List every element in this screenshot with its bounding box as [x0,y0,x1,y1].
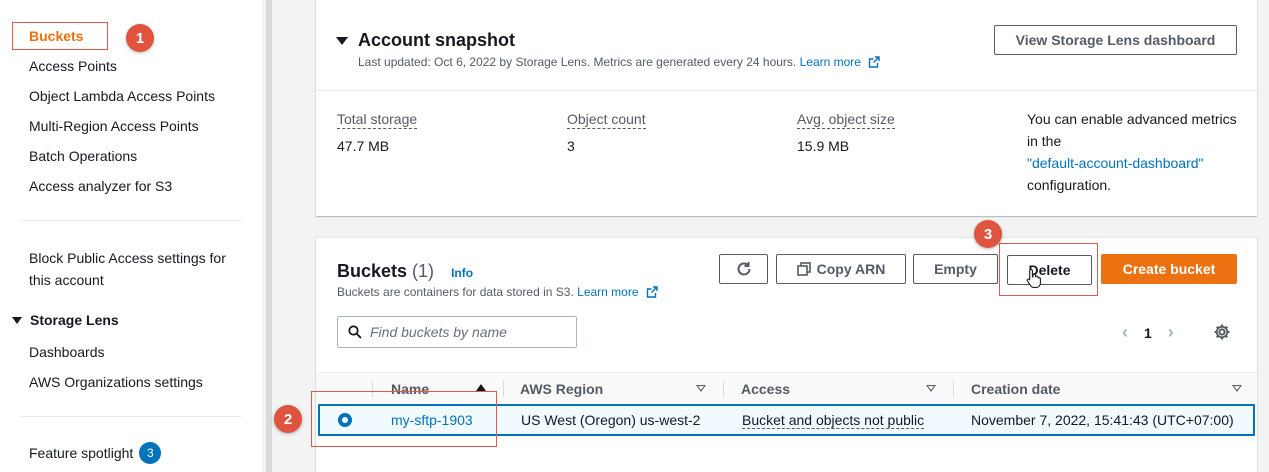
annotation-highlight-delete [999,243,1098,296]
account-snapshot-subtitle: Last updated: Oct 6, 2022 by Storage Len… [358,55,881,69]
hand-cursor-icon [1026,268,1041,288]
chevron-left-icon[interactable]: ‹ [1122,322,1128,343]
sort-icon[interactable] [696,385,706,392]
notification-badge: 3 [139,442,162,464]
sidebar-item-block-public-access[interactable]: Block Public Access settings for this ac… [29,247,226,291]
page-number[interactable]: 1 [1144,325,1152,341]
feature-spotlight-label: Feature spotlight [29,445,134,461]
default-account-dashboard-link[interactable]: "default-account-dashboard" [1027,152,1237,174]
sidebar-section-storage-lens[interactable]: Storage Lens [12,312,119,328]
sidebar-item-dashboards[interactable]: Dashboards [29,342,105,362]
caret-down-icon [12,316,22,324]
advanced-metrics-text-end: configuration. [1027,177,1112,193]
column-separator [503,381,504,397]
search-field[interactable] [337,316,577,348]
view-storage-lens-dashboard-button[interactable]: View Storage Lens dashboard [994,25,1237,55]
sidebar-item-access-points[interactable]: Access Points [29,56,117,76]
sort-icon[interactable] [926,385,936,392]
snapshot-divider [316,90,1257,91]
advanced-metrics-text: You can enable advanced metrics in the [1027,111,1237,149]
copy-arn-label: Copy ARN [816,261,886,277]
gear-icon[interactable] [1213,323,1231,341]
snapshot-subtitle-text: Last updated: Oct 6, 2022 by Storage Len… [358,55,797,69]
annotation-step-3: 3 [974,220,1002,248]
bucket-access[interactable]: Bucket and objects not public [742,412,925,429]
column-separator [723,381,724,397]
avg-object-size-value: 15.9 MB [797,138,850,154]
account-snapshot-panel: Account snapshot Last updated: Oct 6, 20… [316,0,1257,216]
storage-lens-title: Storage Lens [30,312,119,328]
create-bucket-button[interactable]: Create bucket [1101,254,1237,284]
object-count-label[interactable]: Object count [567,110,646,129]
sort-icon[interactable] [1232,385,1242,392]
total-storage-value: 47.7 MB [337,138,390,154]
external-link-icon [646,286,658,298]
sidebar-item-batch-operations[interactable]: Batch Operations [29,146,137,166]
copy-arn-button[interactable]: Copy ARN [776,254,906,284]
column-separator [953,381,954,397]
sidebar-resize-handle[interactable] [266,0,272,472]
pagination: ‹ 1 › [1122,322,1174,343]
caret-down-icon [336,36,348,45]
chevron-right-icon[interactable]: › [1168,322,1174,343]
advanced-metrics-note: You can enable advanced metrics in the "… [1027,108,1237,196]
block-public-access-label-line2: this account [29,272,104,288]
annotation-step-2: 2 [274,405,302,433]
sort-ascending-icon[interactable] [476,384,486,391]
search-input[interactable] [370,324,560,340]
bucket-creation-date: November 7, 2022, 15:41:43 (UTC+07:00) [971,412,1234,428]
column-header-creation-date[interactable]: Creation date [971,381,1060,397]
sidebar-item-feature-spotlight[interactable]: Feature spotlight 3 [29,442,162,464]
sidebar-item-aws-organizations-settings[interactable]: AWS Organizations settings [29,372,203,392]
annotation-step-1: 1 [126,24,154,52]
search-icon [348,325,362,339]
buckets-subtitle-text: Buckets are containers for data stored i… [337,285,574,299]
buckets-subtitle: Buckets are containers for data stored i… [337,285,658,299]
empty-button[interactable]: Empty [913,254,998,284]
sidebar-divider [20,220,242,221]
account-snapshot-header[interactable]: Account snapshot [336,30,515,51]
buckets-title: Buckets [337,261,408,281]
refresh-icon [737,262,750,276]
external-link-icon [869,56,881,68]
sidebar-item-access-analyzer[interactable]: Access analyzer for S3 [29,176,172,196]
annotation-highlight-bucket-row [311,391,497,447]
bucket-region: US West (Oregon) us-west-2 [521,412,701,428]
column-header-access[interactable]: Access [741,381,790,397]
buckets-heading: Buckets (1) Info [337,261,473,282]
column-header-region[interactable]: AWS Region [520,381,603,397]
account-snapshot-title: Account snapshot [358,30,516,50]
total-storage-label[interactable]: Total storage [337,110,418,129]
sidebar: Buckets Access Points Object Lambda Acce… [0,0,262,472]
block-public-access-label-line1: Block Public Access settings for [29,250,226,266]
refresh-button[interactable] [719,254,768,284]
info-link[interactable]: Info [451,266,473,280]
sidebar-item-object-lambda-access-points[interactable]: Object Lambda Access Points [29,86,215,106]
learn-more-link[interactable]: Learn more [577,285,638,299]
avg-object-size-label[interactable]: Avg. object size [797,110,895,129]
learn-more-link[interactable]: Learn more [800,55,861,69]
copy-icon [796,262,811,276]
sidebar-divider [20,416,242,417]
annotation-highlight-buckets [12,22,108,50]
sidebar-item-multi-region-access-points[interactable]: Multi-Region Access Points [29,116,199,136]
object-count-value: 3 [567,138,575,154]
buckets-count: (1) [412,261,435,281]
